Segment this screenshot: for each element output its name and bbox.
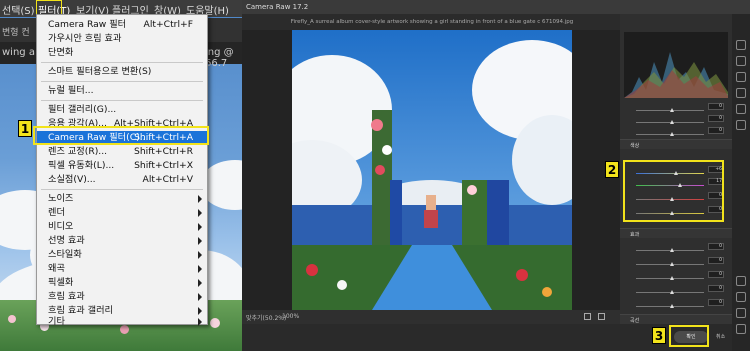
submenu-arrow-icon [198,195,202,203]
sampler-tool-icon[interactable] [736,308,746,318]
menu-item-vanishing-point[interactable]: 소실점(V)... Alt+Ctrl+V [37,173,207,187]
slider-row[interactable]: 0 [628,284,724,298]
menu-item-liquify[interactable]: 픽셀 유동화(L)... Shift+Ctrl+X [37,159,207,173]
camera-raw-title: Camera Raw 17.2 [246,3,309,11]
callout-badge-3: 3 [652,327,666,344]
mask-tool-icon[interactable] [736,88,746,98]
preview-image [292,30,572,310]
file-name: Firefly_A surreal album cover-style artw… [290,19,574,25]
menu-item-gaussian-blur[interactable]: 가우시안 흐림 효과 [37,32,207,46]
menu-item-pixelate[interactable]: 픽셀화 [37,276,207,290]
submenu-arrow-icon [198,223,202,231]
slider-row[interactable]: 0 [628,270,724,284]
histogram [624,32,728,98]
callout-box-1 [33,126,209,145]
callout-box-2 [623,160,724,222]
menu-select[interactable]: 선택(S) [2,2,35,17]
zoom-value[interactable]: 100% [282,313,299,320]
crop-tool-icon[interactable] [736,56,746,66]
before-after-icon[interactable] [584,313,591,320]
presets-tool-icon[interactable] [736,120,746,130]
doc-tab-title-right: ing @ 66.7 [205,47,234,69]
menu-separator [41,100,203,101]
redeye-tool-icon[interactable] [736,104,746,114]
menu-separator [41,81,203,82]
filter-menu-highlight [36,0,62,15]
slider-row[interactable]: 0 [628,126,724,140]
submenu-arrow-icon [198,209,202,217]
section-color-header[interactable]: 색상 [620,139,732,149]
zoom-dropdown[interactable]: 맞추기(50.2%) [246,313,286,322]
menu-item-distort[interactable]: 왜곡 [37,262,207,276]
menu-item-convert-smart-filter[interactable]: 스마트 필터용으로 변환(S) [37,65,207,79]
callout-badge-1: 1 [18,120,32,137]
zoom-tool-icon[interactable] [736,276,746,286]
slider-row[interactable]: 0 [628,256,724,270]
zoom-bar: 맞추기(50.2%) 100% [242,310,622,324]
heal-tool-icon[interactable] [736,72,746,82]
menu-item-lens-correction[interactable]: 렌즈 교정(R)... Shift+Ctrl+R [37,145,207,159]
grid-tool-icon[interactable] [736,324,746,334]
submenu-arrow-icon [198,279,202,287]
menu-item-render[interactable]: 렌더 [37,206,207,220]
menu-separator [41,189,203,190]
menu-item-filter-gallery[interactable]: 필터 갤러리(G)... [37,103,207,117]
submenu-arrow-icon [198,237,202,245]
menu-item-camera-raw-last[interactable]: Camera Raw 필터 Alt+Ctrl+F [37,18,207,32]
menu-item-blur[interactable]: 흐림 효과 [37,290,207,304]
section-effects-header[interactable]: 효과 [620,228,732,238]
slider-row[interactable]: 0 [628,298,724,312]
hand-tool-icon[interactable] [736,292,746,302]
menu-item-neural-filters[interactable]: 뉴럴 필터... [37,84,207,98]
submenu-arrow-icon [198,251,202,259]
menu-item-video[interactable]: 비디오 [37,220,207,234]
callout-box-3 [669,325,709,347]
submenu-arrow-icon [198,318,202,326]
submenu-arrow-icon [198,293,202,301]
camera-raw-filename-bar: Firefly_A surreal album cover-style artw… [242,14,730,30]
transform-controls-label[interactable]: 변형 컨 [2,25,30,38]
menu-item-posterize[interactable]: 단면화 [37,46,207,60]
menu-item-sharpen[interactable]: 선명 효과 [37,234,207,248]
menu-separator [41,62,203,63]
submenu-arrow-icon [198,307,202,315]
section-curve-header[interactable]: 곡선 [620,314,732,324]
cancel-button[interactable]: 취소 [716,333,725,340]
menu-item-stylize[interactable]: 스타일화 [37,248,207,262]
camera-raw-titlebar: Camera Raw 17.2 [242,0,750,14]
submenu-arrow-icon [198,265,202,273]
preview-artwork [292,30,572,310]
slider-row[interactable]: 0 [628,242,724,256]
menu-item-other[interactable]: 기타 [37,316,207,327]
tool-strip [732,14,750,351]
callout-badge-2: 2 [605,161,619,178]
filter-dropdown-menu: Camera Raw 필터 Alt+Ctrl+F 가우시안 흐림 효과 단면화 스… [36,14,208,327]
compare-icon[interactable] [598,313,605,320]
edit-tool-icon[interactable] [736,40,746,50]
menu-item-noise[interactable]: 노이즈 [37,192,207,206]
